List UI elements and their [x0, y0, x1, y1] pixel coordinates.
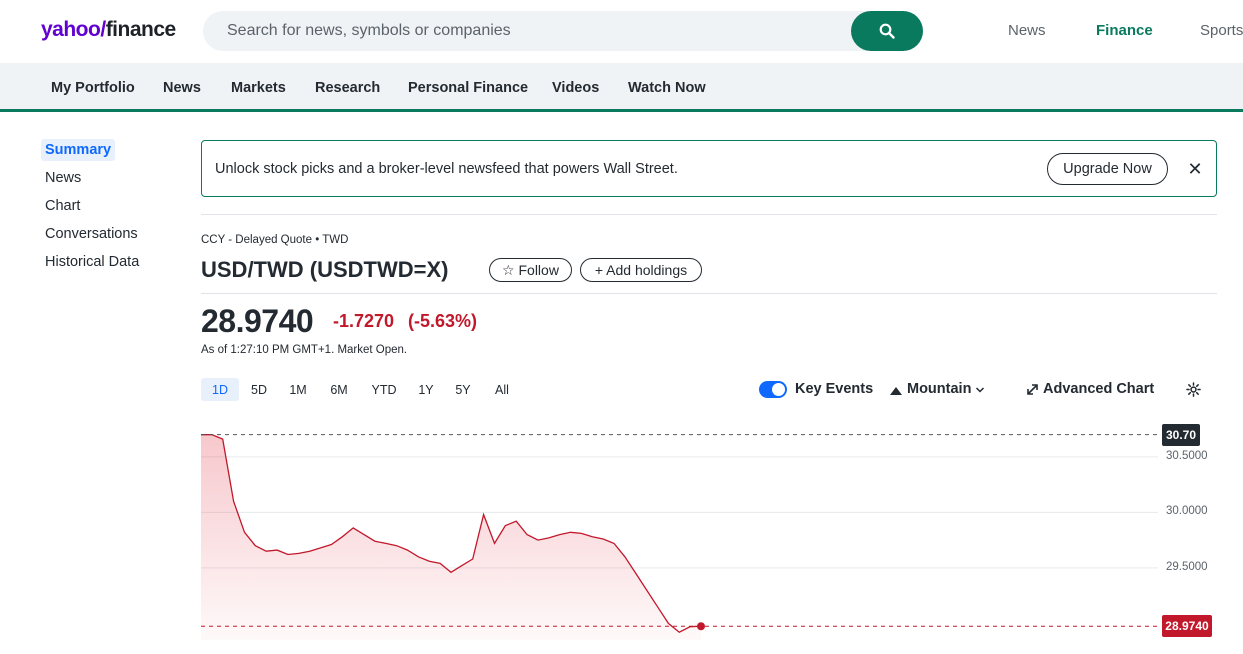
previous-close-label: 30.70 — [1162, 423, 1200, 446]
expand-icon — [1027, 384, 1038, 395]
subnav-videos[interactable]: Videos — [552, 80, 599, 96]
search-button[interactable] — [851, 11, 923, 51]
leftnav-summary[interactable]: Summary — [41, 139, 116, 161]
top-header: yahoo/finance News Finance Sports — [0, 0, 1243, 63]
range-all[interactable]: All — [488, 378, 516, 401]
divider — [201, 214, 1217, 215]
mountain-icon — [890, 387, 902, 395]
search-input[interactable] — [227, 11, 827, 51]
chevron-down-icon[interactable] — [975, 386, 985, 394]
quote-timestamp: As of 1:27:10 PM GMT+1. Market Open. — [201, 344, 408, 356]
price-change-percent: (-5.63%) — [408, 311, 478, 331]
close-icon[interactable]: ✕ — [1185, 159, 1205, 179]
subnav-markets[interactable]: Markets — [231, 80, 286, 96]
price-area — [201, 434, 701, 640]
subnav-my-portfolio[interactable]: My Portfolio — [51, 80, 135, 96]
upgrade-now-button[interactable]: Upgrade Now — [1047, 153, 1168, 185]
logo-yahoo: yahoo/ — [41, 18, 106, 41]
topnav-news[interactable]: News — [1008, 22, 1046, 39]
last-price-label: 28.9740 — [1162, 615, 1212, 638]
leftnav-chart[interactable]: Chart — [41, 195, 84, 217]
leftnav-historical-data[interactable]: Historical Data — [41, 251, 143, 273]
key-events-toggle[interactable] — [759, 381, 787, 398]
search-icon — [879, 23, 895, 39]
logo-finance: finance — [105, 18, 177, 41]
topnav-finance[interactable]: Finance — [1096, 22, 1153, 39]
range-1d[interactable]: 1D — [201, 378, 239, 401]
quote-meta: CCY - Delayed Quote • TWD — [201, 234, 349, 246]
leftnav-conversations[interactable]: Conversations — [41, 223, 142, 245]
current-price: 28.9740 — [201, 303, 314, 339]
subnav-news[interactable]: News — [163, 80, 201, 96]
y-tick-label: 30.5000 — [1166, 449, 1208, 462]
range-ytd[interactable]: YTD — [366, 378, 402, 401]
finance-subnav: My Portfolio News Markets Research Perso… — [0, 63, 1243, 112]
price-line — [201, 434, 702, 633]
upgrade-banner: Unlock stock picks and a broker-level ne… — [201, 140, 1217, 197]
subnav-watch-now[interactable]: Watch Now — [628, 80, 706, 96]
yahoo-finance-logo[interactable]: yahoo/finance — [41, 17, 176, 43]
banner-text: Unlock stock picks and a broker-level ne… — [215, 161, 678, 177]
range-1m[interactable]: 1M — [283, 378, 313, 401]
range-5y[interactable]: 5Y — [449, 378, 477, 401]
y-tick-label: 30.0000 — [1166, 505, 1208, 518]
price-change: -1.7270 — [333, 311, 395, 331]
subnav-research[interactable]: Research — [315, 80, 380, 96]
range-6m[interactable]: 6M — [324, 378, 354, 401]
advanced-chart-button[interactable]: Advanced Chart — [1043, 381, 1154, 397]
divider — [201, 293, 1217, 294]
leftnav-news[interactable]: News — [41, 167, 85, 189]
range-5d[interactable]: 5D — [244, 378, 274, 401]
key-events-label: Key Events — [795, 381, 874, 397]
subnav-personal-finance[interactable]: Personal Finance — [408, 80, 528, 96]
topnav-sports[interactable]: Sports — [1200, 22, 1243, 39]
y-tick-label: 29.5000 — [1166, 560, 1208, 573]
chart-type-select[interactable]: Mountain — [907, 381, 971, 397]
search-bar — [203, 11, 923, 51]
quote-title: USD/TWD (USDTWD=X) — [201, 257, 449, 282]
follow-button[interactable]: ☆ Follow — [489, 258, 572, 282]
last-price-dot — [697, 622, 705, 631]
gear-icon[interactable] — [1186, 382, 1201, 397]
range-1y[interactable]: 1Y — [412, 378, 440, 401]
add-holdings-button[interactable]: + Add holdings — [580, 258, 702, 282]
